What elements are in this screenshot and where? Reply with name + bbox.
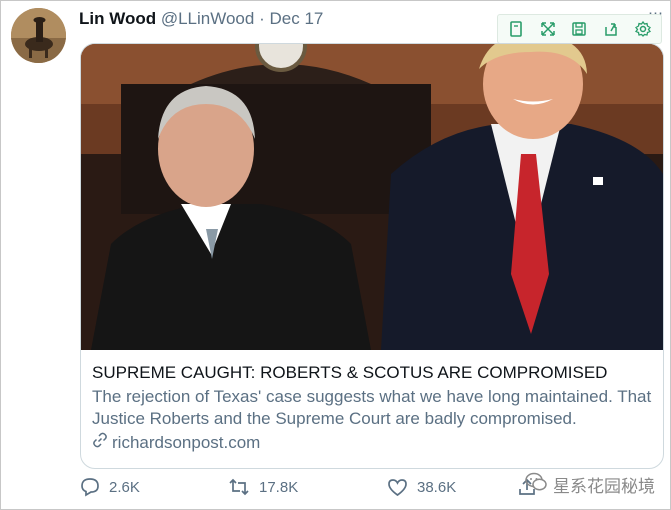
settings-icon[interactable] xyxy=(632,18,654,40)
like-count: 38.6K xyxy=(417,478,457,496)
floating-toolbar xyxy=(497,14,662,44)
watermark-text: 星系花园秘境 xyxy=(553,477,655,496)
card-domain: richardsonpost.com xyxy=(112,433,261,452)
tweet-date[interactable]: Dec 17 xyxy=(269,9,323,28)
reply-count: 2.6K xyxy=(109,478,140,496)
wechat-icon xyxy=(525,472,547,497)
card-title[interactable]: SUPREME CAUGHT: ROBERTS & SCOTUS ARE COM… xyxy=(92,362,658,384)
watermark: 星系花园秘境 xyxy=(525,472,655,497)
reply-icon xyxy=(80,477,100,497)
save-icon[interactable] xyxy=(568,18,590,40)
card-image[interactable] xyxy=(81,44,663,350)
author-handle[interactable]: @LLinWood xyxy=(161,9,255,28)
expand-icon[interactable] xyxy=(537,18,559,40)
retweet-count: 17.8K xyxy=(259,478,299,496)
like-button[interactable]: 38.6K xyxy=(387,477,456,497)
retweet-icon xyxy=(228,477,250,497)
link-card[interactable]: SUPREME CAUGHT: ROBERTS & SCOTUS ARE COM… xyxy=(80,43,664,469)
card-text-block: SUPREME CAUGHT: ROBERTS & SCOTUS ARE COM… xyxy=(92,362,658,454)
bookmark-icon[interactable] xyxy=(505,18,527,40)
card-description: The rejection of Texas' case suggests wh… xyxy=(92,387,652,428)
link-icon xyxy=(92,432,108,454)
retweet-button[interactable]: 17.8K xyxy=(228,477,298,497)
heart-icon xyxy=(387,477,408,497)
tweet-header: Lin Wood @LLinWood · Dec 17 xyxy=(79,9,323,29)
avatar[interactable] xyxy=(11,8,66,63)
share-icon[interactable] xyxy=(600,18,622,40)
author-name[interactable]: Lin Wood xyxy=(79,9,156,28)
reply-button[interactable]: 2.6K xyxy=(80,477,140,497)
header-separator: · xyxy=(259,9,265,28)
card-domain-row[interactable]: richardsonpost.com xyxy=(92,432,658,454)
